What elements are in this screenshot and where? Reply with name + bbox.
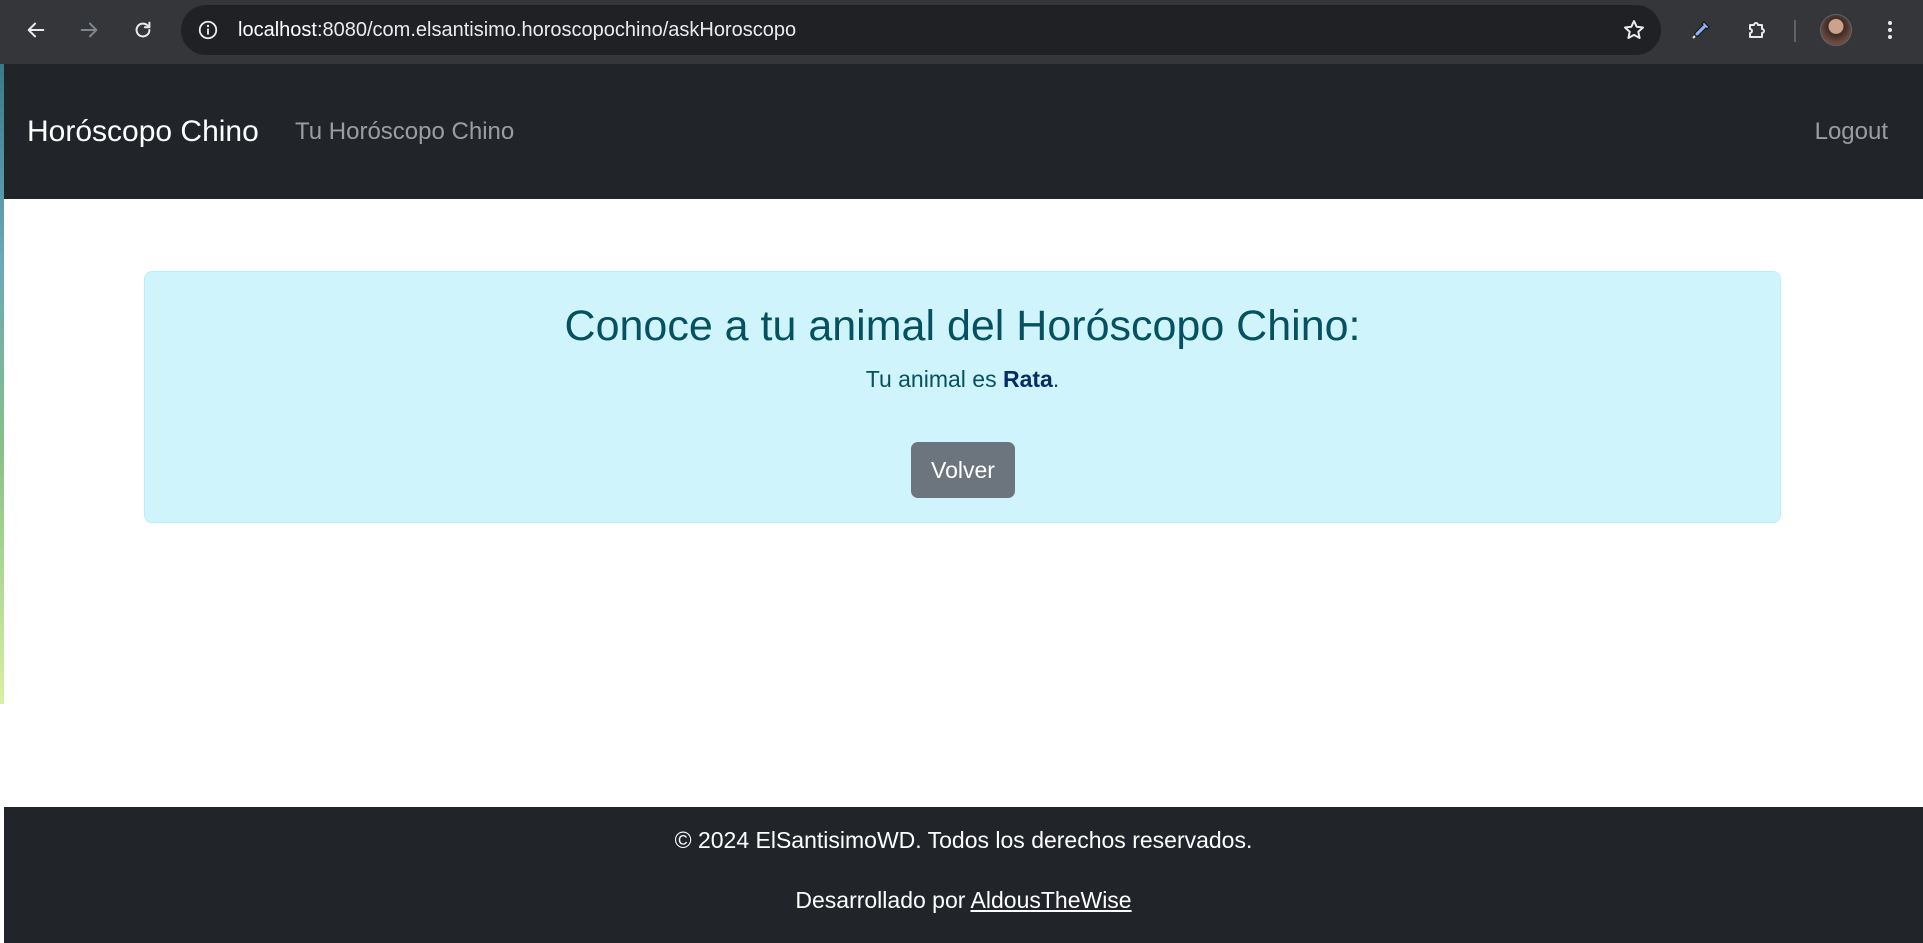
toolbar-separator [1794,20,1796,42]
browser-toolbar: localhost:8080/com.elsantisimo.horoscopo… [0,0,1923,64]
navbar-brand[interactable]: Horóscopo Chino [27,64,259,199]
volver-button[interactable]: Volver [911,442,1015,498]
reload-button[interactable] [123,10,163,50]
star-icon[interactable] [1621,17,1647,43]
eyedropper-icon[interactable] [1681,10,1721,50]
animal-name: Rata [1002,366,1053,392]
extensions-icon[interactable] [1737,10,1777,50]
url-host: localhost [238,19,317,41]
kebab-menu-icon[interactable] [1870,10,1910,50]
address-bar[interactable]: localhost:8080/com.elsantisimo.horoscopo… [181,5,1661,55]
avatar [1820,14,1852,46]
info-icon[interactable] [195,17,221,43]
app-navbar: Horóscopo Chino Tu Horóscopo Chino Logou… [4,64,1923,199]
url-path: :8080/com.elsantisimo.horoscopochino/ask… [316,19,797,41]
page-title: Conoce a tu animal del Horóscopo Chino: [564,302,1361,350]
nav-link-horoscopo[interactable]: Tu Horóscopo Chino [295,64,514,199]
profile-button[interactable] [1816,10,1856,50]
result-text: Tu animal es Rata. [145,364,1780,394]
developer-prefix: Desarrollado por [795,887,971,913]
logout-link[interactable]: Logout [1815,64,1888,199]
forward-icon [80,22,98,38]
forward-button[interactable] [69,10,109,50]
result-alert: Conoce a tu animal del Horóscopo Chino: … [144,271,1781,523]
url-text[interactable]: localhost:8080/com.elsantisimo.horoscopo… [238,5,796,55]
result-prefix: Tu animal es [865,366,1003,392]
back-icon [27,22,45,38]
copyright-text: © 2024 ElSantisimoWD. Todos los derechos… [674,827,1253,853]
result-suffix: . [1052,366,1060,392]
page-footer: © 2024 ElSantisimoWD. Todos los derechos… [4,807,1923,943]
developer-credit: Desarrollado por AldousTheWise [4,885,1923,915]
back-button[interactable] [16,10,56,50]
reload-icon [135,21,151,38]
developer-link[interactable]: AldousTheWise [971,887,1132,913]
